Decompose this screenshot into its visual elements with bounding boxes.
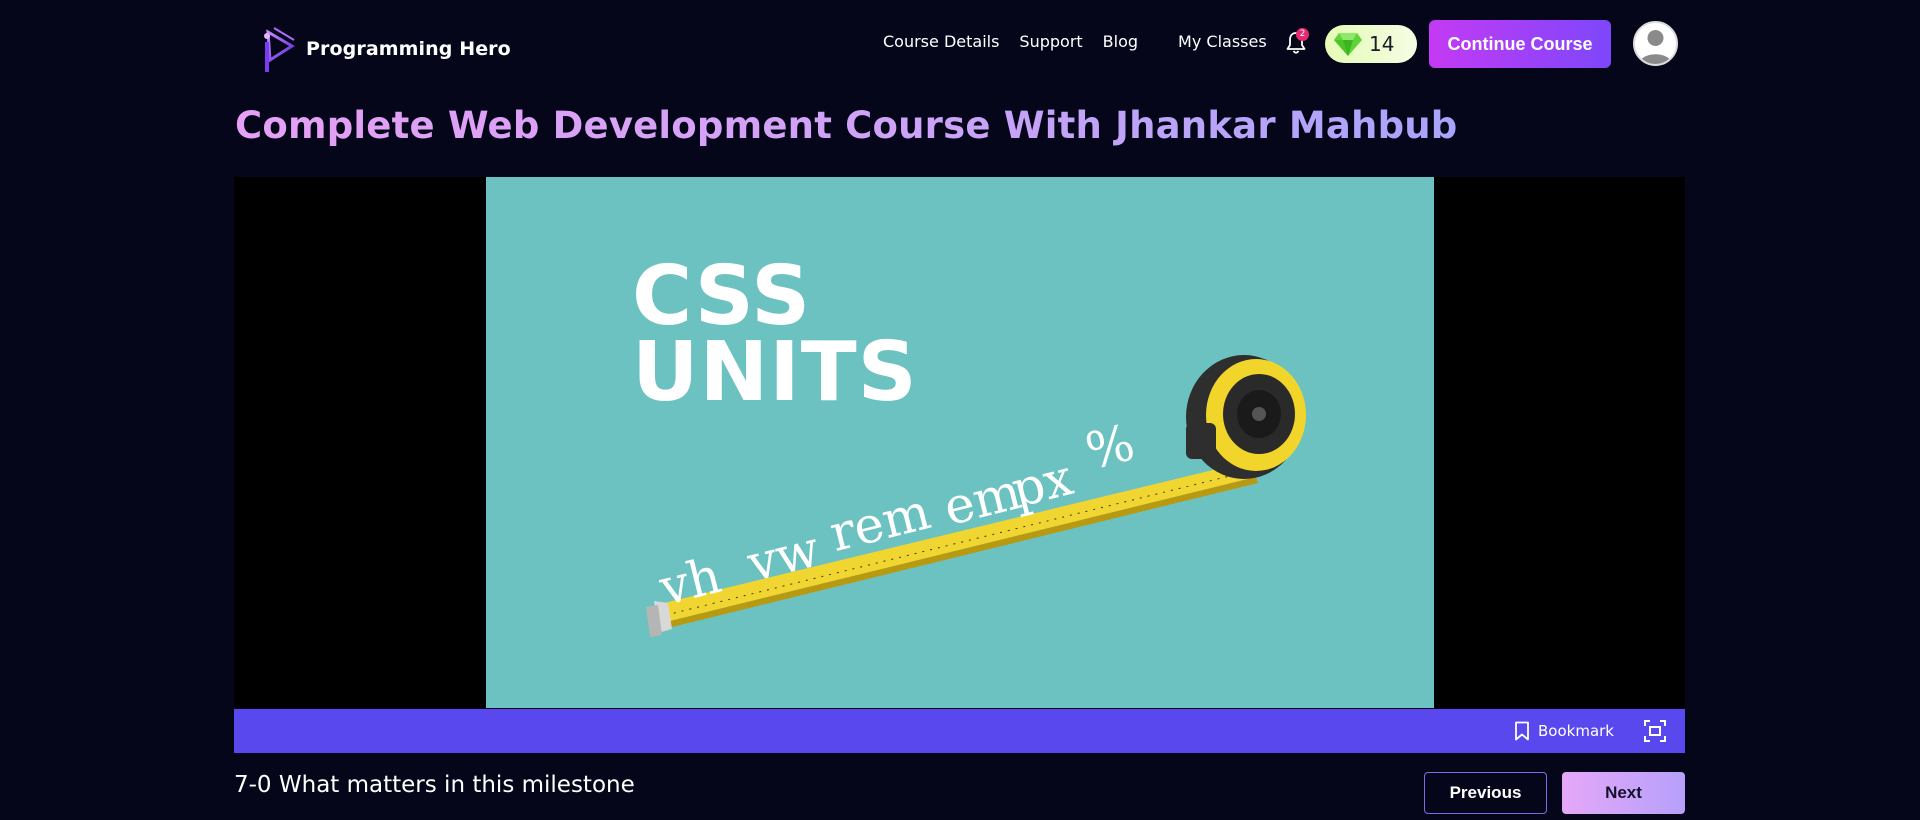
notification-badge: 2 [1296, 28, 1309, 41]
continue-course-button[interactable]: Continue Course [1429, 20, 1611, 68]
main-nav: Course Details Support Blog My Classes [883, 32, 1267, 51]
lesson-title: 7-0 What matters in this milestone [234, 772, 635, 798]
top-navbar: Programming Hero Course Details Support … [0, 0, 1920, 88]
gem-icon [1334, 33, 1362, 56]
video-thumbnail: CSS UNITS vh vw rem em px % [486, 177, 1434, 708]
nav-support[interactable]: Support [1019, 32, 1082, 51]
brand-logo[interactable]: Programming Hero [256, 24, 511, 74]
notifications-button[interactable]: 2 [1284, 28, 1309, 56]
user-avatar[interactable] [1633, 21, 1678, 66]
fullscreen-icon [1644, 720, 1666, 742]
fullscreen-button[interactable] [1644, 720, 1666, 742]
gem-count: 14 [1369, 32, 1395, 56]
video-player[interactable]: CSS UNITS vh vw rem em px % [234, 177, 1685, 708]
tape-measure-illustration [646, 355, 1306, 637]
programming-hero-logo-icon [264, 27, 295, 72]
nav-course-details[interactable]: Course Details [883, 32, 999, 51]
course-title: Complete Web Development Course With Jha… [235, 104, 1458, 147]
brand-name: Programming Hero [306, 38, 511, 60]
bookmark-label: Bookmark [1538, 722, 1614, 740]
video-control-bar: Bookmark [234, 709, 1685, 753]
nav-blog[interactable]: Blog [1103, 32, 1138, 51]
user-avatar-icon [1639, 30, 1672, 64]
next-button[interactable]: Next [1562, 772, 1685, 814]
bookmark-button[interactable]: Bookmark [1514, 721, 1614, 741]
nav-my-classes[interactable]: My Classes [1178, 32, 1267, 51]
gems-counter[interactable]: 14 [1325, 25, 1417, 63]
previous-button[interactable]: Previous [1424, 772, 1547, 814]
bookmark-icon [1515, 721, 1529, 741]
